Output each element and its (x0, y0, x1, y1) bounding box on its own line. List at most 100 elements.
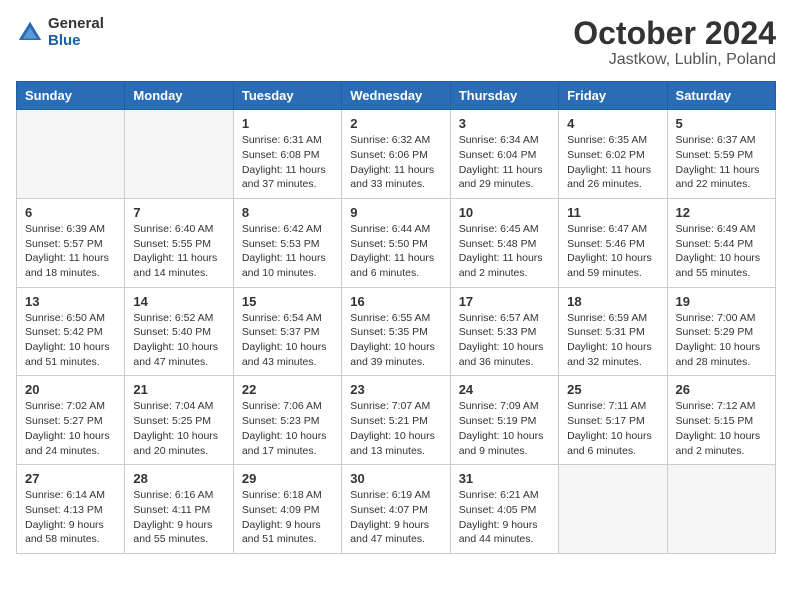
table-row: 19 Sunrise: 7:00 AMSunset: 5:29 PMDayligh… (667, 287, 775, 376)
day-number: 29 (242, 471, 333, 486)
table-row: 24 Sunrise: 7:09 AMSunset: 5:19 PMDayligh… (450, 376, 558, 465)
day-info: Sunrise: 6:55 AMSunset: 5:35 PMDaylight:… (350, 311, 441, 370)
day-info: Sunrise: 6:37 AMSunset: 5:59 PMDaylight:… (676, 133, 767, 192)
table-row: 28 Sunrise: 6:16 AMSunset: 4:11 PMDayligh… (125, 465, 233, 554)
table-row: 17 Sunrise: 6:57 AMSunset: 5:33 PMDayligh… (450, 287, 558, 376)
day-info: Sunrise: 7:02 AMSunset: 5:27 PMDaylight:… (25, 399, 116, 458)
day-info: Sunrise: 6:57 AMSunset: 5:33 PMDaylight:… (459, 311, 550, 370)
col-sunday: Sunday (17, 82, 125, 110)
day-info: Sunrise: 7:11 AMSunset: 5:17 PMDaylight:… (567, 399, 658, 458)
day-number: 5 (676, 116, 767, 131)
day-info: Sunrise: 6:42 AMSunset: 5:53 PMDaylight:… (242, 222, 333, 281)
day-number: 28 (133, 471, 224, 486)
logo-general-text: General (48, 16, 104, 33)
day-number: 26 (676, 382, 767, 397)
day-number: 20 (25, 382, 116, 397)
day-number: 25 (567, 382, 658, 397)
day-info: Sunrise: 6:21 AMSunset: 4:05 PMDaylight:… (459, 488, 550, 547)
calendar-table: Sunday Monday Tuesday Wednesday Thursday… (16, 81, 776, 554)
day-number: 21 (133, 382, 224, 397)
table-row: 30 Sunrise: 6:19 AMSunset: 4:07 PMDayligh… (342, 465, 450, 554)
col-saturday: Saturday (667, 82, 775, 110)
day-number: 12 (676, 205, 767, 220)
location-title: Jastkow, Lublin, Poland (573, 51, 776, 69)
title-area: October 2024 Jastkow, Lublin, Poland (573, 16, 776, 69)
table-row (559, 465, 667, 554)
table-row: 3Sunrise: 6:34 AMSunset: 6:04 PMDaylight… (450, 110, 558, 199)
header: General Blue October 2024 Jastkow, Lubli… (16, 16, 776, 69)
calendar-header-row: Sunday Monday Tuesday Wednesday Thursday… (17, 82, 776, 110)
calendar-week-row: 20 Sunrise: 7:02 AMSunset: 5:27 PMDayligh… (17, 376, 776, 465)
table-row: 7 Sunrise: 6:40 AMSunset: 5:55 PMDaylight… (125, 198, 233, 287)
day-info: Sunrise: 6:39 AMSunset: 5:57 PMDaylight:… (25, 222, 116, 281)
day-info: Sunrise: 6:19 AMSunset: 4:07 PMDaylight:… (350, 488, 441, 547)
day-number: 3 (459, 116, 550, 131)
day-number: 8 (242, 205, 333, 220)
day-info: Sunrise: 6:54 AMSunset: 5:37 PMDaylight:… (242, 311, 333, 370)
day-number: 24 (459, 382, 550, 397)
day-number: 17 (459, 294, 550, 309)
day-number: 27 (25, 471, 116, 486)
day-number: 23 (350, 382, 441, 397)
table-row: 26 Sunrise: 7:12 AMSunset: 5:15 PMDayligh… (667, 376, 775, 465)
table-row: 8 Sunrise: 6:42 AMSunset: 5:53 PMDaylight… (233, 198, 341, 287)
day-number: 31 (459, 471, 550, 486)
day-info: Sunrise: 6:44 AMSunset: 5:50 PMDaylight:… (350, 222, 441, 281)
table-row: 18 Sunrise: 6:59 AMSunset: 5:31 PMDayligh… (559, 287, 667, 376)
day-info: Sunrise: 6:49 AMSunset: 5:44 PMDaylight:… (676, 222, 767, 281)
table-row: 1 Sunrise: 6:31 AMSunset: 6:08 PMDaylight… (233, 110, 341, 199)
table-row: 10 Sunrise: 6:45 AMSunset: 5:48 PMDayligh… (450, 198, 558, 287)
table-row: 4Sunrise: 6:35 AMSunset: 6:02 PMDaylight… (559, 110, 667, 199)
table-row: 23Sunrise: 7:07 AMSunset: 5:21 PMDayligh… (342, 376, 450, 465)
day-number: 10 (459, 205, 550, 220)
month-title: October 2024 (573, 16, 776, 51)
day-number: 19 (676, 294, 767, 309)
day-info: Sunrise: 7:06 AMSunset: 5:23 PMDaylight:… (242, 399, 333, 458)
day-info: Sunrise: 7:09 AMSunset: 5:19 PMDaylight:… (459, 399, 550, 458)
day-info: Sunrise: 6:40 AMSunset: 5:55 PMDaylight:… (133, 222, 224, 281)
table-row: 6Sunrise: 6:39 AMSunset: 5:57 PMDaylight… (17, 198, 125, 287)
day-number: 30 (350, 471, 441, 486)
table-row: 5 Sunrise: 6:37 AMSunset: 5:59 PMDaylight… (667, 110, 775, 199)
col-monday: Monday (125, 82, 233, 110)
table-row: 20 Sunrise: 7:02 AMSunset: 5:27 PMDayligh… (17, 376, 125, 465)
table-row: 11 Sunrise: 6:47 AMSunset: 5:46 PMDayligh… (559, 198, 667, 287)
table-row: 27 Sunrise: 6:14 AMSunset: 4:13 PMDayligh… (17, 465, 125, 554)
table-row: 2Sunrise: 6:32 AMSunset: 6:06 PMDaylight… (342, 110, 450, 199)
day-number: 1 (242, 116, 333, 131)
table-row: 31 Sunrise: 6:21 AMSunset: 4:05 PMDayligh… (450, 465, 558, 554)
day-info: Sunrise: 6:31 AMSunset: 6:08 PMDaylight:… (242, 133, 333, 192)
logo-blue-text: Blue (48, 33, 104, 50)
day-info: Sunrise: 6:59 AMSunset: 5:31 PMDaylight:… (567, 311, 658, 370)
day-number: 18 (567, 294, 658, 309)
table-row (667, 465, 775, 554)
day-number: 9 (350, 205, 441, 220)
table-row: 9 Sunrise: 6:44 AMSunset: 5:50 PMDaylight… (342, 198, 450, 287)
table-row (125, 110, 233, 199)
day-info: Sunrise: 6:47 AMSunset: 5:46 PMDaylight:… (567, 222, 658, 281)
day-number: 11 (567, 205, 658, 220)
calendar-week-row: 13Sunrise: 6:50 AMSunset: 5:42 PMDayligh… (17, 287, 776, 376)
day-info: Sunrise: 6:45 AMSunset: 5:48 PMDaylight:… (459, 222, 550, 281)
table-row: 15 Sunrise: 6:54 AMSunset: 5:37 PMDayligh… (233, 287, 341, 376)
table-row: 16Sunrise: 6:55 AMSunset: 5:35 PMDayligh… (342, 287, 450, 376)
calendar-week-row: 1 Sunrise: 6:31 AMSunset: 6:08 PMDaylight… (17, 110, 776, 199)
day-number: 4 (567, 116, 658, 131)
day-info: Sunrise: 7:00 AMSunset: 5:29 PMDaylight:… (676, 311, 767, 370)
day-number: 7 (133, 205, 224, 220)
table-row (17, 110, 125, 199)
day-info: Sunrise: 6:52 AMSunset: 5:40 PMDaylight:… (133, 311, 224, 370)
day-info: Sunrise: 7:04 AMSunset: 5:25 PMDaylight:… (133, 399, 224, 458)
col-thursday: Thursday (450, 82, 558, 110)
table-row: 21 Sunrise: 7:04 AMSunset: 5:25 PMDayligh… (125, 376, 233, 465)
day-number: 2 (350, 116, 441, 131)
table-row: 14Sunrise: 6:52 AMSunset: 5:40 PMDayligh… (125, 287, 233, 376)
col-wednesday: Wednesday (342, 82, 450, 110)
calendar-week-row: 27 Sunrise: 6:14 AMSunset: 4:13 PMDayligh… (17, 465, 776, 554)
day-info: Sunrise: 7:12 AMSunset: 5:15 PMDaylight:… (676, 399, 767, 458)
day-info: Sunrise: 6:16 AMSunset: 4:11 PMDaylight:… (133, 488, 224, 547)
day-info: Sunrise: 6:14 AMSunset: 4:13 PMDaylight:… (25, 488, 116, 547)
table-row: 29Sunrise: 6:18 AMSunset: 4:09 PMDayligh… (233, 465, 341, 554)
logo-icon (16, 19, 44, 47)
day-number: 15 (242, 294, 333, 309)
